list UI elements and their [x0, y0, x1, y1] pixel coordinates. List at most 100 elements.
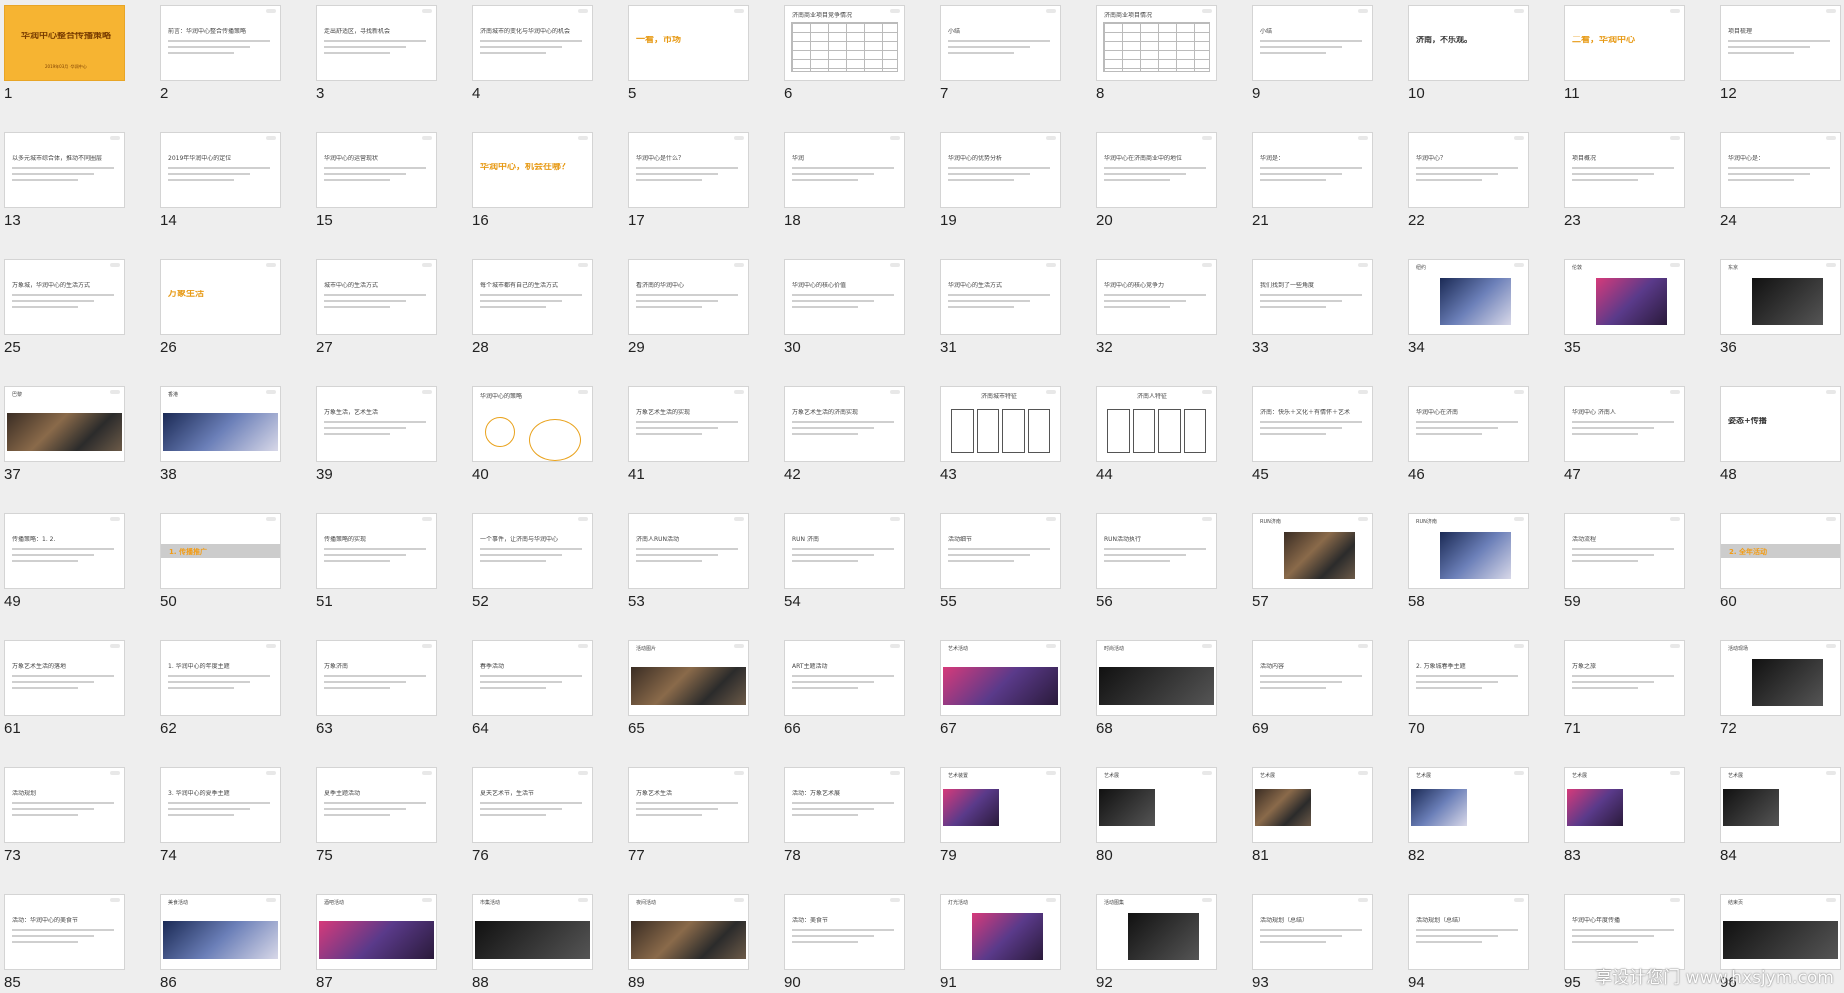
- slide-thumbnail[interactable]: 春季活动: [472, 640, 593, 716]
- slide-thumbnail[interactable]: 万象艺术生活的落地: [4, 640, 125, 716]
- slide-cell[interactable]: 华润中心？ 22: [1408, 127, 1564, 254]
- slide-cell[interactable]: 我们找到了一些角度 33: [1252, 254, 1408, 381]
- slide-cell[interactable]: 华润中心的策略 40: [472, 381, 628, 508]
- slide-cell[interactable]: 伦敦 35: [1564, 254, 1720, 381]
- slide-cell[interactable]: 春季活动 64: [472, 635, 628, 762]
- slide-cell[interactable]: 一看，市场 5: [628, 0, 784, 127]
- slide-thumbnail[interactable]: 项目梳理: [1720, 5, 1841, 81]
- slide-cell[interactable]: 2. 全年活动 60: [1720, 508, 1844, 635]
- slide-thumbnail[interactable]: 酒吧活动: [316, 894, 437, 970]
- slide-cell[interactable]: 小结 7: [940, 0, 1096, 127]
- slide-thumbnail[interactable]: 万象艺术生活的实现: [628, 386, 749, 462]
- slide-thumbnail[interactable]: 一看，市场: [628, 5, 749, 81]
- slide-thumbnail[interactable]: RUN济南: [1252, 513, 1373, 589]
- slide-cell[interactable]: RUN济南 57: [1252, 508, 1408, 635]
- slide-cell[interactable]: 活动：华润中心的美食节 85: [4, 889, 160, 993]
- slide-cell[interactable]: ART主题活动 66: [784, 635, 940, 762]
- slide-thumbnail[interactable]: 万象生活: [160, 259, 281, 335]
- slide-thumbnail[interactable]: 传播策略：1. 2.: [4, 513, 125, 589]
- slide-thumbnail[interactable]: 济南：快乐＋文化＋有情怀＋艺术: [1252, 386, 1373, 462]
- slide-cell[interactable]: 艺术展 82: [1408, 762, 1564, 889]
- slide-thumbnail[interactable]: 项目概况: [1564, 132, 1685, 208]
- slide-thumbnail[interactable]: 市集活动: [472, 894, 593, 970]
- slide-thumbnail[interactable]: 结束页: [1720, 894, 1841, 970]
- slide-cell[interactable]: 夜间活动 89: [628, 889, 784, 993]
- slide-cell[interactable]: 华润中心的核心价值 30: [784, 254, 940, 381]
- slide-thumbnail[interactable]: 华润是：: [1252, 132, 1373, 208]
- slide-thumbnail[interactable]: 华润中心的核心竞争力: [1096, 259, 1217, 335]
- slide-thumbnail[interactable]: 济南人特征: [1096, 386, 1217, 462]
- slide-thumbnail[interactable]: 艺术装置: [940, 767, 1061, 843]
- slide-cell[interactable]: 万象艺术生活 77: [628, 762, 784, 889]
- slide-thumbnail[interactable]: 小结: [940, 5, 1061, 81]
- slide-thumbnail[interactable]: 城市中心的生活方式: [316, 259, 437, 335]
- slide-thumbnail[interactable]: 姿态+传播: [1720, 386, 1841, 462]
- slide-thumbnail[interactable]: 伦敦: [1564, 259, 1685, 335]
- slide-thumbnail[interactable]: 艺术展: [1096, 767, 1217, 843]
- slide-thumbnail[interactable]: 活动规划: [4, 767, 125, 843]
- slide-thumbnail[interactable]: 看济南的华润中心: [628, 259, 749, 335]
- slide-thumbnail[interactable]: 巴黎: [4, 386, 125, 462]
- slide-cell[interactable]: 时尚活动 68: [1096, 635, 1252, 762]
- slide-cell[interactable]: 华润中心 济南人 47: [1564, 381, 1720, 508]
- slide-thumbnail[interactable]: 艺术展: [1408, 767, 1529, 843]
- slide-cell[interactable]: 城市中心的生活方式 27: [316, 254, 472, 381]
- slide-cell[interactable]: 济南城市特征 43: [940, 381, 1096, 508]
- slide-thumbnail[interactable]: 华润中心整合传播策略 2019年03月 ·华润中心: [4, 5, 125, 81]
- slide-thumbnail[interactable]: 活动：华润中心的美食节: [4, 894, 125, 970]
- slide-thumbnail[interactable]: 华润中心在济南商业中的地位: [1096, 132, 1217, 208]
- slide-cell[interactable]: 项目梳理 12: [1720, 0, 1844, 127]
- slide-thumbnail[interactable]: 华润中心的优势分析: [940, 132, 1061, 208]
- slide-thumbnail[interactable]: 艺术展: [1564, 767, 1685, 843]
- slide-cell[interactable]: 万象艺术生活的济南实现 42: [784, 381, 940, 508]
- slide-cell[interactable]: 万象艺术生活的实现 41: [628, 381, 784, 508]
- slide-thumbnail[interactable]: 以多元城市综合体，推动不同圈层: [4, 132, 125, 208]
- slide-cell[interactable]: 艺术展 84: [1720, 762, 1844, 889]
- slide-cell[interactable]: 二看，华润中心 11: [1564, 0, 1720, 127]
- slide-thumbnail[interactable]: 济南商业项目情况: [1096, 5, 1217, 81]
- slide-cell[interactable]: 艺术展 81: [1252, 762, 1408, 889]
- slide-cell[interactable]: 纽约 34: [1408, 254, 1564, 381]
- slide-thumbnail[interactable]: RUN 济南: [784, 513, 905, 589]
- slide-cell[interactable]: RUN 济南 54: [784, 508, 940, 635]
- slide-cell[interactable]: 酒吧活动 87: [316, 889, 472, 993]
- slide-cell[interactable]: 华润中心在济南商业中的地位 20: [1096, 127, 1252, 254]
- slide-thumbnail[interactable]: 1. 传播推广: [160, 513, 281, 589]
- slide-thumbnail[interactable]: 万象生活，艺术生活: [316, 386, 437, 462]
- slide-thumbnail[interactable]: 活动流程: [1564, 513, 1685, 589]
- slide-thumbnail[interactable]: 活动规划（总结）: [1408, 894, 1529, 970]
- slide-thumbnail[interactable]: 济南人RUN活动: [628, 513, 749, 589]
- slide-thumbnail[interactable]: 活动：万象艺术展: [784, 767, 905, 843]
- slide-cell[interactable]: 活动：万象艺术展 78: [784, 762, 940, 889]
- slide-cell[interactable]: 香港 38: [160, 381, 316, 508]
- slide-thumbnail[interactable]: 灯光活动: [940, 894, 1061, 970]
- slide-cell[interactable]: 华润中心的运营现状 15: [316, 127, 472, 254]
- slide-thumbnail[interactable]: 活动：美食节: [784, 894, 905, 970]
- slide-cell[interactable]: 传播策略的实现 51: [316, 508, 472, 635]
- slide-thumbnail[interactable]: 万象济南: [316, 640, 437, 716]
- slide-cell[interactable]: 1. 华润中心的年度主题 62: [160, 635, 316, 762]
- slide-cell[interactable]: 夏季主题活动 75: [316, 762, 472, 889]
- slide-thumbnail[interactable]: 华润中心是：: [1720, 132, 1841, 208]
- slide-thumbnail[interactable]: 1. 华润中心的年度主题: [160, 640, 281, 716]
- slide-cell[interactable]: 姿态+传播 48: [1720, 381, 1844, 508]
- slide-cell[interactable]: 万象艺术生活的落地 61: [4, 635, 160, 762]
- slide-thumbnail[interactable]: ART主题活动: [784, 640, 905, 716]
- slide-cell[interactable]: 2019年华润中心的定位 14: [160, 127, 316, 254]
- slide-cell[interactable]: 项目概况 23: [1564, 127, 1720, 254]
- slide-thumbnail[interactable]: 每个城市都有自己的生活方式: [472, 259, 593, 335]
- slide-cell[interactable]: 活动：美食节 90: [784, 889, 940, 993]
- slide-cell[interactable]: 万象济南 63: [316, 635, 472, 762]
- slide-thumbnail[interactable]: 万象艺术生活: [628, 767, 749, 843]
- slide-cell[interactable]: 活动细节 55: [940, 508, 1096, 635]
- slide-thumbnail[interactable]: 华润中心年度传播: [1564, 894, 1685, 970]
- slide-cell[interactable]: 活动内容 69: [1252, 635, 1408, 762]
- slide-cell[interactable]: 2. 万象城春季主题 70: [1408, 635, 1564, 762]
- slide-cell[interactable]: 万象城，华润中心的生活方式 25: [4, 254, 160, 381]
- slide-thumbnail[interactable]: 华润中心的核心价值: [784, 259, 905, 335]
- slide-thumbnail[interactable]: 东京: [1720, 259, 1841, 335]
- slide-cell[interactable]: 一个事件，让济南与华润中心 52: [472, 508, 628, 635]
- slide-thumbnail[interactable]: 夜间活动: [628, 894, 749, 970]
- slide-cell[interactable]: 济南：快乐＋文化＋有情怀＋艺术 45: [1252, 381, 1408, 508]
- slide-cell[interactable]: 华润中心在济南 46: [1408, 381, 1564, 508]
